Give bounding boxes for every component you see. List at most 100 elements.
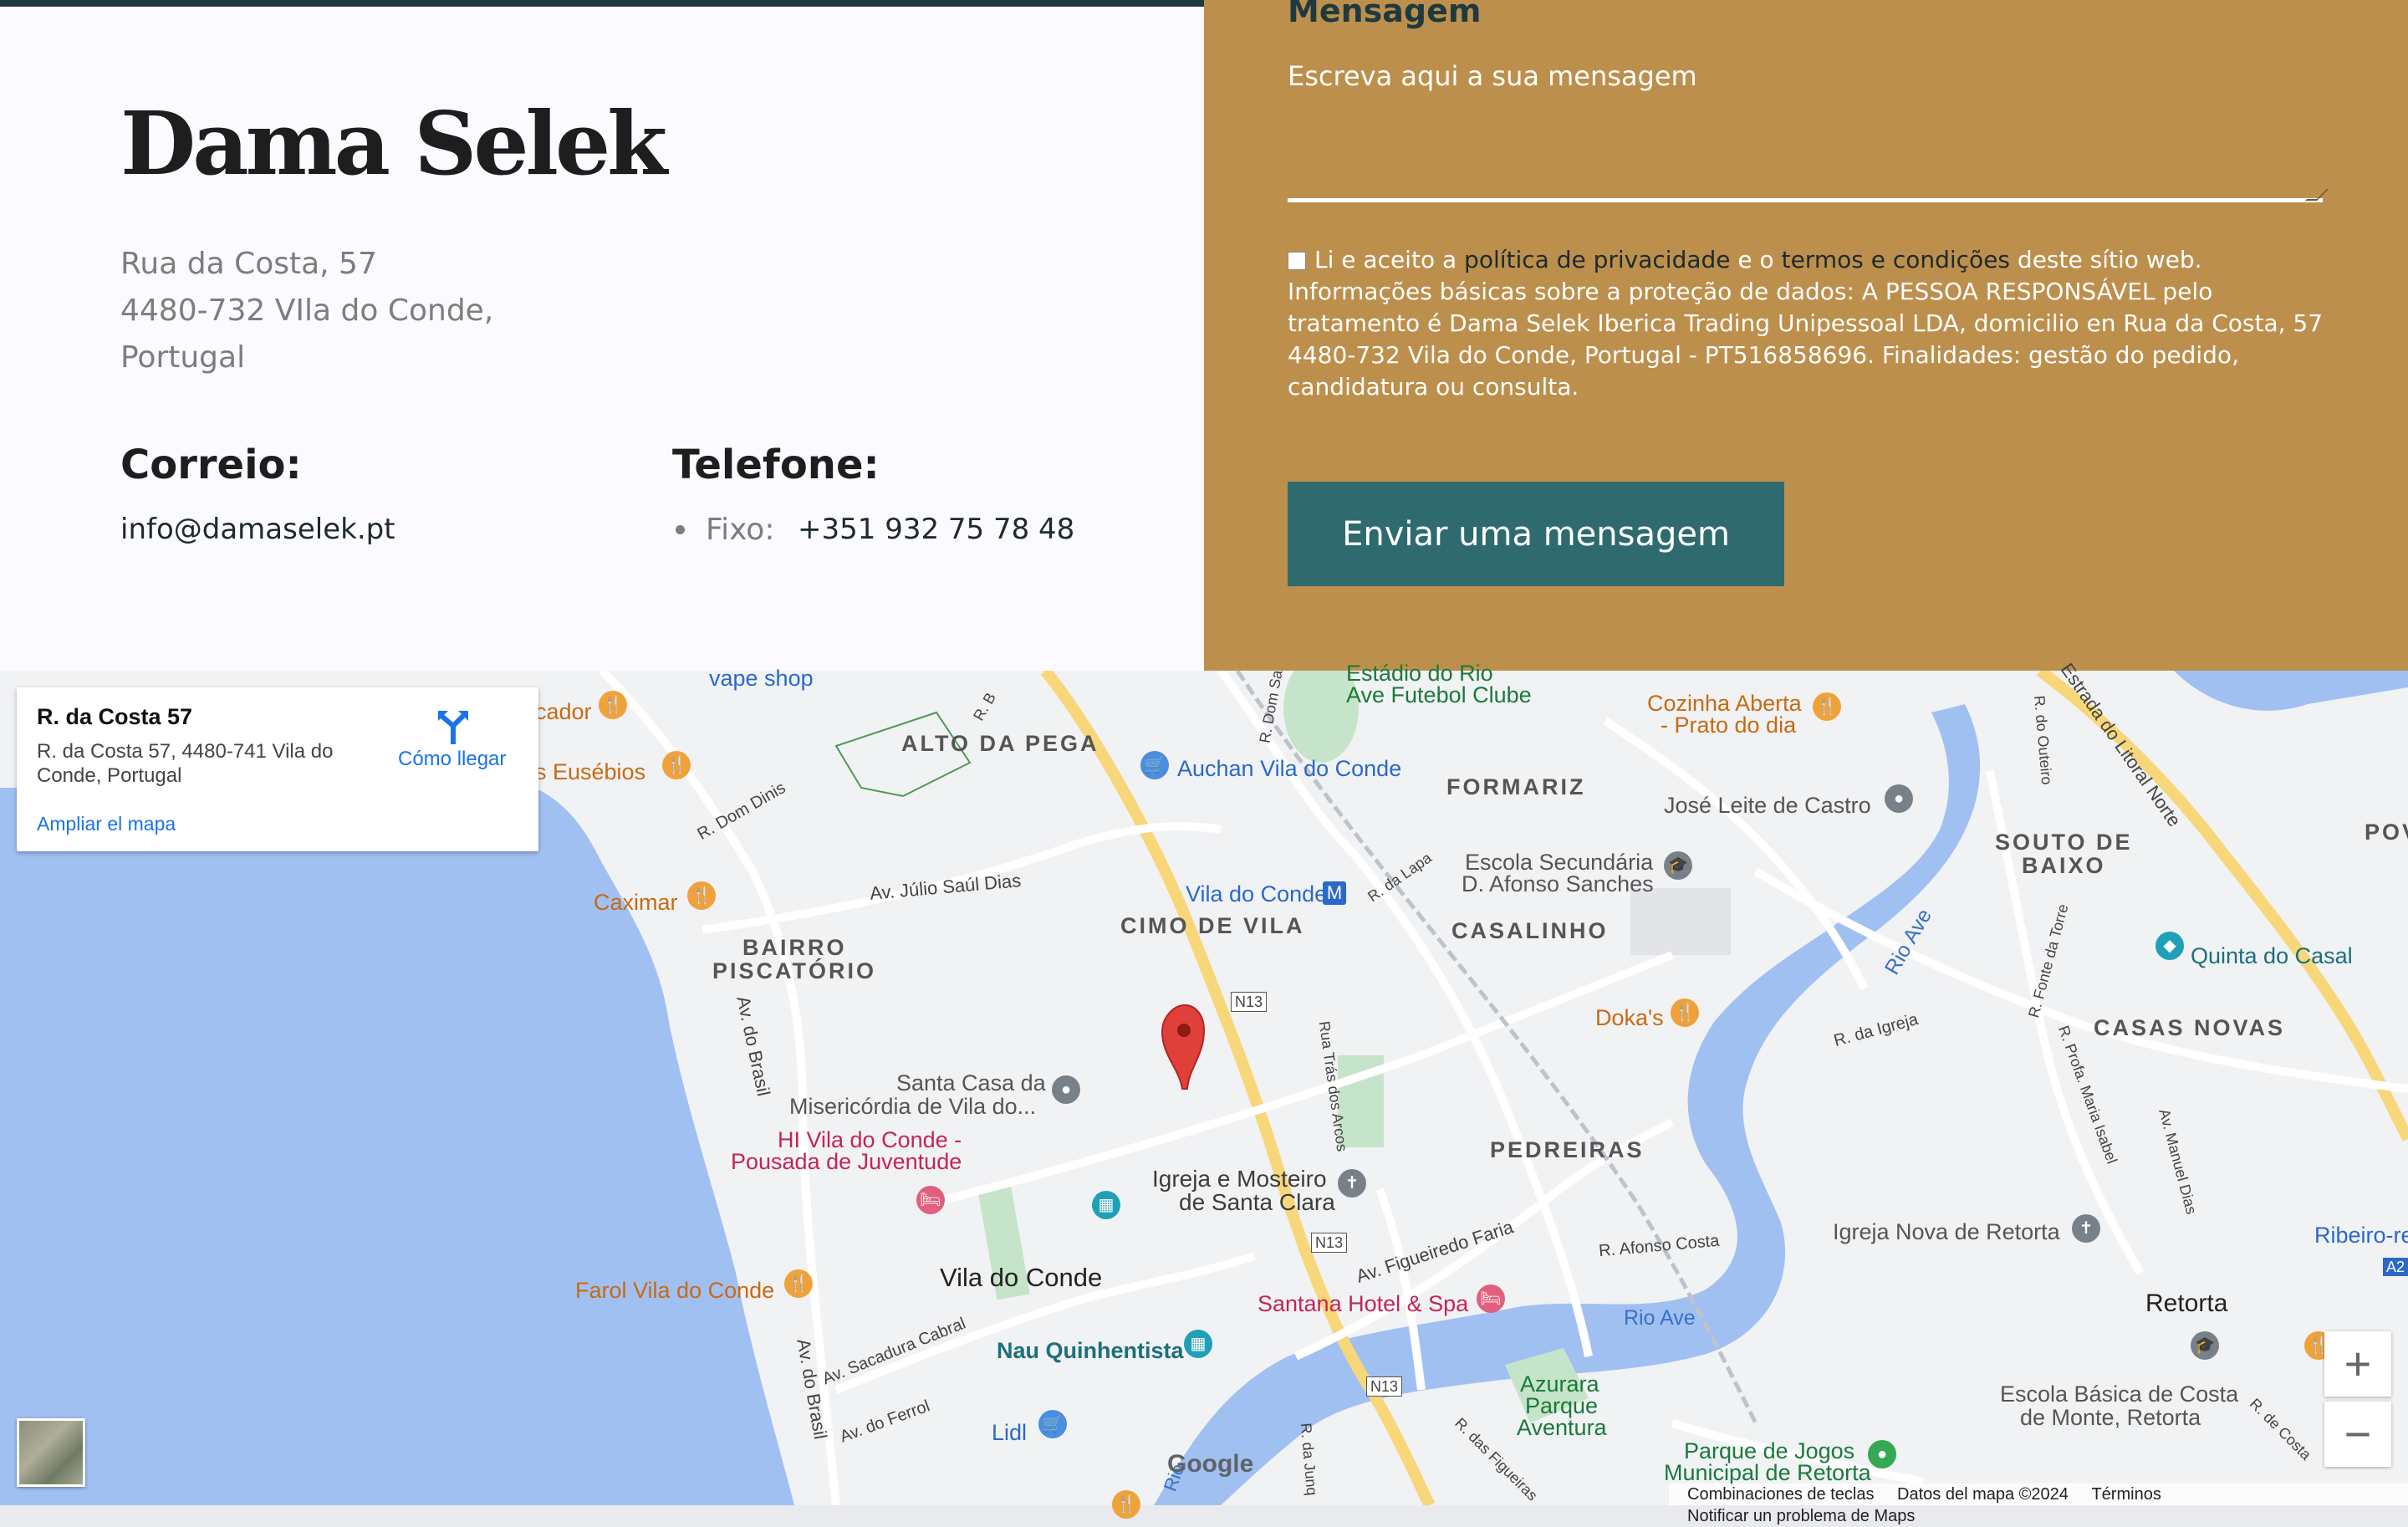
school-icon[interactable]: 🎓 bbox=[2191, 1331, 2219, 1360]
consent-checkbox[interactable] bbox=[1288, 252, 1306, 270]
keyboard-shortcuts-link[interactable]: Combinaciones de teclas bbox=[1687, 1484, 1874, 1505]
map-label[interactable]: Ave Futebol Clube bbox=[1346, 684, 1532, 707]
map-label: PISCATÓRIO bbox=[712, 958, 877, 983]
send-message-button[interactable]: Enviar uma mensagem bbox=[1288, 482, 1784, 586]
map-label[interactable]: Aventura bbox=[1517, 1417, 1607, 1439]
church-icon[interactable]: ✝ bbox=[2072, 1214, 2100, 1243]
restaurant-icon[interactable]: 🍴 bbox=[784, 1269, 813, 1298]
map-label[interactable]: de Santa Clara bbox=[1179, 1191, 1335, 1214]
email-heading: Correio: bbox=[120, 442, 302, 488]
school-icon[interactable]: 🎓 bbox=[1664, 851, 1692, 880]
directions-icon[interactable] bbox=[436, 707, 470, 744]
place-address: R. da Costa 57, 4480-741 Vila do Conde, … bbox=[37, 740, 334, 787]
map-label[interactable]: Estádio do Rio bbox=[1346, 662, 1493, 685]
shopping-icon[interactable]: 🛒 bbox=[1140, 751, 1169, 779]
map-label[interactable]: s Eusébios bbox=[535, 761, 645, 784]
map-label[interactable]: Municipal de Retorta bbox=[1664, 1462, 1871, 1484]
email-link[interactable]: info@damaselek.pt bbox=[120, 515, 395, 544]
map-label[interactable]: cador bbox=[535, 701, 592, 723]
map-label: PEDREIRAS bbox=[1490, 1137, 1645, 1162]
map-label[interactable]: Cozinha Aberta bbox=[1647, 692, 1802, 715]
map-label[interactable]: Nau Quinhentista bbox=[997, 1340, 1184, 1362]
map-label[interactable]: Vila do Conde bbox=[1186, 883, 1327, 906]
restaurant-icon[interactable]: 🍴 bbox=[1112, 1490, 1140, 1519]
map-label[interactable]: Misericórdia de Vila do... bbox=[789, 1095, 1036, 1118]
report-problem-link[interactable]: Notificar un problema de Maps bbox=[1687, 1505, 1915, 1527]
zoom-in-button[interactable]: + bbox=[2324, 1331, 2391, 1397]
hotel-icon[interactable]: 🛏 bbox=[1477, 1284, 1505, 1313]
map-label: CIMO DE VILA bbox=[1120, 913, 1305, 938]
consent-info: Informações básicas sobre a proteção de … bbox=[1288, 278, 2324, 401]
map-label[interactable]: José Leite de Castro bbox=[1664, 794, 1871, 817]
top-border bbox=[0, 0, 1204, 7]
map-label[interactable]: Igreja Nova de Retorta bbox=[1833, 1221, 2060, 1244]
map-label[interactable]: Santana Hotel & Spa bbox=[1258, 1293, 1468, 1315]
map-layer-toggle[interactable] bbox=[17, 1418, 85, 1487]
map-label[interactable]: Escola Secundária bbox=[1465, 851, 1653, 874]
map-label: FORMARIZ bbox=[1446, 774, 1586, 799]
map-label: Vila do Conde bbox=[940, 1263, 1103, 1292]
map-label: Rio Ave bbox=[1624, 1306, 1696, 1330]
restaurant-icon[interactable]: 🍴 bbox=[599, 691, 627, 719]
phone-label: Fixo: bbox=[706, 513, 775, 547]
consent-block: Li e aceito a política de privacidade e … bbox=[1288, 244, 2324, 403]
map-label[interactable]: Ribeiro-re bbox=[2314, 1224, 2408, 1247]
message-textarea[interactable] bbox=[1288, 54, 2323, 202]
map-label[interactable]: Farol Vila do Conde bbox=[575, 1279, 774, 1302]
enlarge-map-link[interactable]: Ampliar el mapa bbox=[37, 813, 176, 835]
map-label[interactable]: D. Afonso Sanches bbox=[1462, 873, 1654, 896]
hotel-icon[interactable]: 🛏 bbox=[916, 1186, 945, 1214]
message-label: Mensagem bbox=[1288, 0, 1482, 29]
zoom-out-button[interactable]: − bbox=[2324, 1402, 2391, 1467]
address-line-2: 4480-732 VIla do Conde, bbox=[120, 294, 494, 328]
restaurant-icon[interactable]: 🍴 bbox=[662, 751, 691, 779]
map-label[interactable]: Auchan Vila do Conde bbox=[1177, 758, 1401, 780]
place-title: R. da Costa 57 bbox=[37, 704, 193, 729]
map-label[interactable]: Parque de Jogos bbox=[1684, 1440, 1854, 1463]
map-label[interactable]: Doka's bbox=[1595, 1007, 1664, 1029]
map-label[interactable]: - Prato do dia bbox=[1661, 714, 1796, 737]
map-label[interactable]: HI Vila do Conde - bbox=[778, 1129, 962, 1152]
map-label: BAIXO bbox=[2022, 853, 2106, 878]
map-data-text: Datos del mapa ©2024 bbox=[1897, 1485, 2069, 1504]
map-label[interactable]: Santa Casa da bbox=[896, 1072, 1046, 1095]
museum-icon[interactable]: ▦ bbox=[1184, 1330, 1212, 1358]
consent-mid: e o bbox=[1730, 246, 1782, 273]
metro-icon[interactable]: M bbox=[1323, 881, 1346, 905]
road-shield: N13 bbox=[1231, 992, 1268, 1012]
terms-link[interactable]: Términos bbox=[2091, 1484, 2161, 1505]
address-line-3: Portugal bbox=[120, 340, 246, 375]
google-logo: Google bbox=[1167, 1450, 1254, 1478]
map-label[interactable]: Igreja e Mosteiro bbox=[1152, 1167, 1327, 1191]
road-shield: N13 bbox=[1311, 1233, 1348, 1253]
map-label[interactable]: vape shop bbox=[709, 667, 814, 690]
consent-post: deste sítio web. bbox=[2010, 246, 2202, 273]
park-icon[interactable]: ● bbox=[1868, 1440, 1896, 1468]
privacy-policy-link[interactable]: política de privacidade bbox=[1464, 246, 1730, 273]
list-bullet bbox=[676, 525, 685, 534]
directions-link[interactable]: Cómo llegar bbox=[398, 748, 506, 771]
map-label[interactable]: Escola Básica de Costa bbox=[2000, 1383, 2238, 1406]
church-icon[interactable]: ✝ bbox=[1338, 1169, 1366, 1198]
map-label[interactable]: Quinta do Casal bbox=[2191, 945, 2353, 968]
place-icon[interactable]: ● bbox=[1885, 784, 1913, 813]
map-label[interactable]: Azurara bbox=[1520, 1373, 1599, 1396]
shopping-icon[interactable]: 🛒 bbox=[1038, 1410, 1067, 1438]
phone-link[interactable]: +351 932 75 78 48 bbox=[798, 515, 1074, 544]
landmark-icon[interactable]: ◆ bbox=[2155, 932, 2184, 960]
restaurant-icon[interactable]: 🍴 bbox=[1813, 692, 1841, 721]
terms-link[interactable]: termos e condições bbox=[1782, 246, 2010, 273]
map-label[interactable]: Caximar bbox=[594, 891, 678, 914]
restaurant-icon[interactable]: 🍴 bbox=[1671, 998, 1699, 1027]
restaurant-icon[interactable]: 🍴 bbox=[687, 881, 716, 910]
phone-heading: Telefone: bbox=[672, 442, 880, 488]
map-label[interactable]: Parque bbox=[1525, 1395, 1598, 1417]
map-label[interactable]: Lidl bbox=[992, 1422, 1027, 1444]
map-label: SOUTO DE bbox=[1995, 830, 2133, 855]
consent-pre: Li e aceito a bbox=[1314, 246, 1465, 273]
museum-icon[interactable]: ▦ bbox=[1092, 1191, 1120, 1219]
map-label[interactable]: Pousada de Juventude bbox=[731, 1151, 962, 1173]
map-label: BAIRRO bbox=[742, 935, 847, 960]
place-icon[interactable]: ● bbox=[1052, 1075, 1080, 1104]
map-label[interactable]: de Monte, Retorta bbox=[2020, 1407, 2201, 1429]
